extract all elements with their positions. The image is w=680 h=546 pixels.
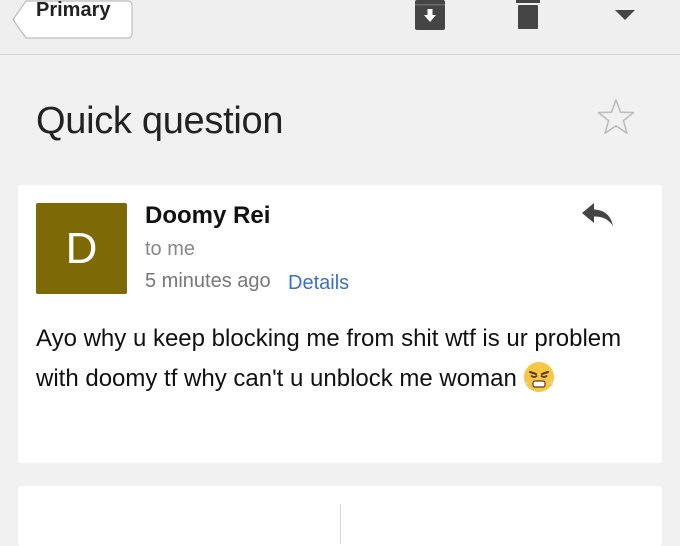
sender-name: Doomy Rei (145, 202, 271, 229)
message-card: D Doomy Rei to me 5 minutes ago Details … (18, 185, 662, 463)
reply-icon[interactable] (580, 201, 616, 229)
star-icon[interactable] (596, 98, 636, 136)
avatar-letter: D (65, 223, 98, 273)
trash-icon[interactable] (516, 0, 540, 30)
back-label: Primary (36, 0, 111, 21)
angry-face-emoji (523, 361, 555, 406)
recipient-label: to me (145, 238, 196, 260)
reply-actions-card (18, 486, 662, 546)
back-button[interactable]: Primary (12, 0, 133, 40)
angry-face-emoji-graphic (523, 362, 554, 392)
email-subject: Quick question (36, 100, 284, 142)
message-time: 5 minutes ago (145, 270, 271, 292)
message-body: Ayo why u keep blocking me from shit wtf… (36, 319, 636, 406)
archive-icon[interactable] (414, 0, 446, 32)
card-divider (340, 504, 341, 544)
top-toolbar: Primary (0, 0, 680, 55)
details-link[interactable]: Details (288, 271, 349, 295)
avatar: D (36, 203, 127, 294)
more-menu-icon[interactable] (615, 10, 635, 22)
